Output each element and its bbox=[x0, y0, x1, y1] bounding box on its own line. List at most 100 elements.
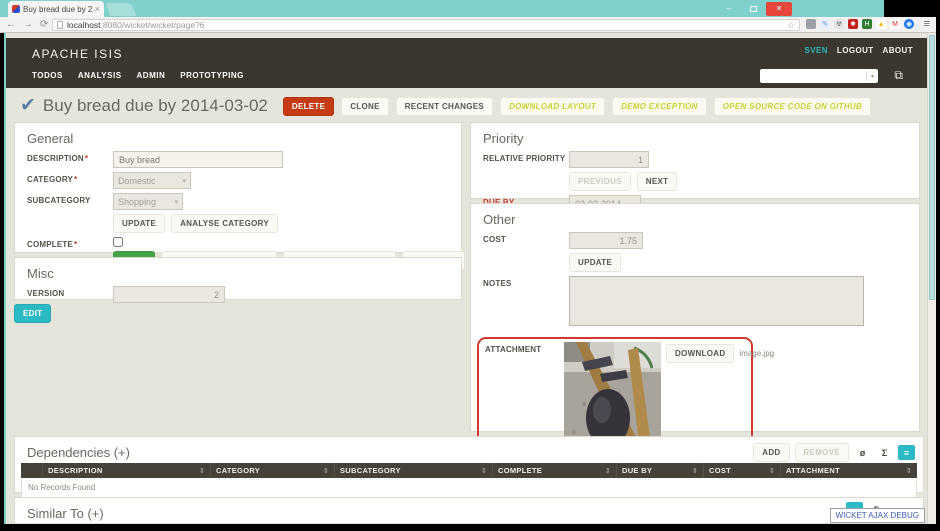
subcategory-value: Shopping bbox=[118, 197, 156, 207]
required-marker: * bbox=[74, 240, 77, 249]
nav-item-admin[interactable]: ADMIN bbox=[137, 71, 166, 80]
demo-exception-button[interactable]: DEMO EXCEPTION bbox=[612, 97, 707, 116]
window-close-button[interactable]: ✕ bbox=[766, 2, 792, 16]
maximize-icon bbox=[750, 6, 757, 12]
dependencies-table: DESCRIPTION⇕ CATEGORY⇕ SUBCATEGORY⇕ COMP… bbox=[21, 463, 917, 498]
extension-icon[interactable]: ✹ bbox=[848, 19, 858, 29]
empty-table-message: No Records Found bbox=[21, 478, 917, 498]
nav-item-analysis[interactable]: ANALYSIS bbox=[78, 71, 122, 80]
sort-icon: ⇕ bbox=[605, 467, 611, 475]
todo-check-icon: ✔ bbox=[20, 96, 36, 116]
subcategory-select[interactable]: Shopping ▾ bbox=[113, 193, 183, 210]
category-value: Domestic bbox=[118, 176, 156, 186]
page-scrollbar[interactable] bbox=[927, 33, 936, 524]
priority-panel: Priority RELATIVE PRIORITY PREVIOUS NEXT… bbox=[470, 122, 920, 199]
download-layout-button[interactable]: DOWNLOAD LAYOUT bbox=[500, 97, 605, 116]
logout-link[interactable]: LOGOUT bbox=[837, 46, 874, 55]
sort-icon: ⇕ bbox=[769, 467, 775, 475]
nav-item-prototyping[interactable]: PROTOTYPING bbox=[180, 71, 244, 80]
new-tab-button[interactable] bbox=[106, 3, 136, 16]
column-header[interactable]: DUE BY⇕ bbox=[617, 463, 704, 478]
misc-panel: Misc VERSION bbox=[14, 257, 462, 300]
previous-button: PREVIOUS bbox=[569, 172, 631, 191]
summary-sigma-icon[interactable]: Σ bbox=[876, 445, 893, 460]
column-header[interactable]: COMPLETE⇕ bbox=[493, 463, 617, 478]
window-maximize-button[interactable] bbox=[742, 2, 764, 16]
scrollbar-thumb[interactable] bbox=[929, 35, 935, 300]
complete-checkbox[interactable] bbox=[113, 237, 123, 247]
column-header[interactable]: COST⇕ bbox=[704, 463, 781, 478]
description-input[interactable] bbox=[113, 151, 283, 168]
version-input bbox=[113, 286, 225, 303]
column-header[interactable]: CATEGORY⇕ bbox=[211, 463, 335, 478]
priority-heading: Priority bbox=[471, 123, 919, 151]
edit-button[interactable]: EDIT bbox=[14, 304, 51, 323]
extension-icon[interactable]: ▲ bbox=[876, 19, 886, 29]
page: APACHE ISIS TODOS ANALYSIS ADMIN PROTOTY… bbox=[4, 33, 927, 524]
cost-label: COST bbox=[483, 232, 569, 272]
clone-button[interactable]: CLONE bbox=[341, 97, 389, 116]
sort-icon: ⇕ bbox=[323, 467, 329, 475]
address-bar[interactable]: localhost :8080/wicket/wicket/page?6 ☆ bbox=[52, 19, 800, 31]
tab-title: Buy bread due by 20 bbox=[23, 5, 92, 14]
column-header[interactable]: SUBCATEGORY⇕ bbox=[335, 463, 493, 478]
cost-input bbox=[569, 232, 643, 249]
extension-icon[interactable]: ☢ bbox=[834, 19, 844, 29]
delete-button[interactable]: DELETE bbox=[283, 97, 334, 116]
browser-toolbar: ← → ⟳ ⌂ localhost :8080/wicket/wicket/pa… bbox=[0, 17, 936, 33]
nav-item-todos[interactable]: TODOS bbox=[32, 71, 63, 80]
user-link[interactable]: SVEN bbox=[805, 46, 828, 55]
window-minimize-button[interactable]: – bbox=[718, 2, 740, 16]
version-label: VERSION bbox=[27, 286, 113, 303]
extension-icon[interactable]: ◉ bbox=[904, 19, 914, 29]
update-button[interactable]: UPDATE bbox=[113, 214, 165, 233]
remove-button: REMOVE bbox=[795, 443, 849, 462]
header-search-select[interactable]: ▾ bbox=[760, 69, 878, 83]
general-heading: General bbox=[15, 123, 461, 151]
notes-textarea bbox=[569, 276, 864, 326]
extension-icon[interactable]: H bbox=[862, 19, 872, 29]
window-bottom-edge bbox=[0, 524, 940, 531]
extension-icon[interactable]: M bbox=[890, 19, 900, 29]
add-button[interactable]: ADD bbox=[753, 443, 789, 462]
column-header[interactable]: ATTACHMENT⇕ bbox=[781, 463, 917, 478]
general-panel: General DESCRIPTION* CATEGORY* Domestic▾… bbox=[14, 122, 462, 253]
extension-icon[interactable]: ✎ bbox=[820, 19, 830, 29]
other-heading: Other bbox=[471, 204, 919, 232]
sort-icon: ⇕ bbox=[906, 467, 912, 475]
browser-tab[interactable]: Buy bread due by 20 × bbox=[8, 1, 104, 17]
sort-icon: ⇕ bbox=[481, 467, 487, 475]
back-icon[interactable]: ← bbox=[6, 19, 16, 31]
chevron-down-icon[interactable]: ▾ bbox=[866, 71, 878, 81]
wicket-ajax-debug-link[interactable]: WICKET AJAX DEBUG bbox=[830, 508, 925, 523]
analyse-category-button[interactable]: ANALYSE CATEGORY bbox=[171, 214, 278, 233]
list-view-icon[interactable]: ≡ bbox=[898, 445, 915, 460]
recent-changes-button[interactable]: RECENT CHANGES bbox=[396, 97, 493, 116]
extension-icon[interactable] bbox=[806, 19, 816, 29]
reload-icon[interactable]: ⟳ bbox=[40, 19, 48, 31]
relative-priority-label: RELATIVE PRIORITY bbox=[483, 151, 569, 191]
about-link[interactable]: ABOUT bbox=[883, 46, 913, 55]
page-title: Buy bread due by 2014-03-02 bbox=[43, 96, 268, 116]
tab-close-icon[interactable]: × bbox=[95, 4, 100, 14]
next-button[interactable]: NEXT bbox=[637, 172, 678, 191]
update-cost-button[interactable]: UPDATE bbox=[569, 253, 621, 272]
brand-title: APACHE ISIS bbox=[32, 47, 123, 61]
copy-bookmark-icon[interactable]: ⧉ bbox=[894, 68, 903, 83]
open-source-button[interactable]: OPEN SOURCE CODE ON GITHUB bbox=[714, 97, 871, 116]
main-nav: TODOS ANALYSIS ADMIN PROTOTYPING bbox=[32, 71, 244, 80]
page-icon bbox=[57, 21, 63, 29]
hide-columns-icon[interactable]: ø bbox=[854, 445, 871, 460]
browser-titlebar: Buy bread due by 20 × – ✕ bbox=[0, 0, 884, 17]
forward-icon[interactable]: → bbox=[23, 19, 33, 31]
download-button[interactable]: DOWNLOAD bbox=[666, 344, 734, 363]
chevron-down-icon: ▾ bbox=[174, 198, 178, 206]
bookmark-star-icon[interactable]: ☆ bbox=[787, 20, 795, 31]
category-select[interactable]: Domestic ▾ bbox=[113, 172, 191, 189]
chevron-down-icon: ▾ bbox=[182, 177, 186, 185]
required-marker: * bbox=[74, 175, 77, 184]
column-header[interactable]: DESCRIPTION⇕ bbox=[43, 463, 211, 478]
similar-to-panel: Similar To (+) ø Σ ≡ bbox=[14, 497, 924, 524]
browser-menu-icon[interactable]: ≡ bbox=[924, 18, 930, 30]
complete-label: COMPLETE bbox=[27, 240, 73, 249]
